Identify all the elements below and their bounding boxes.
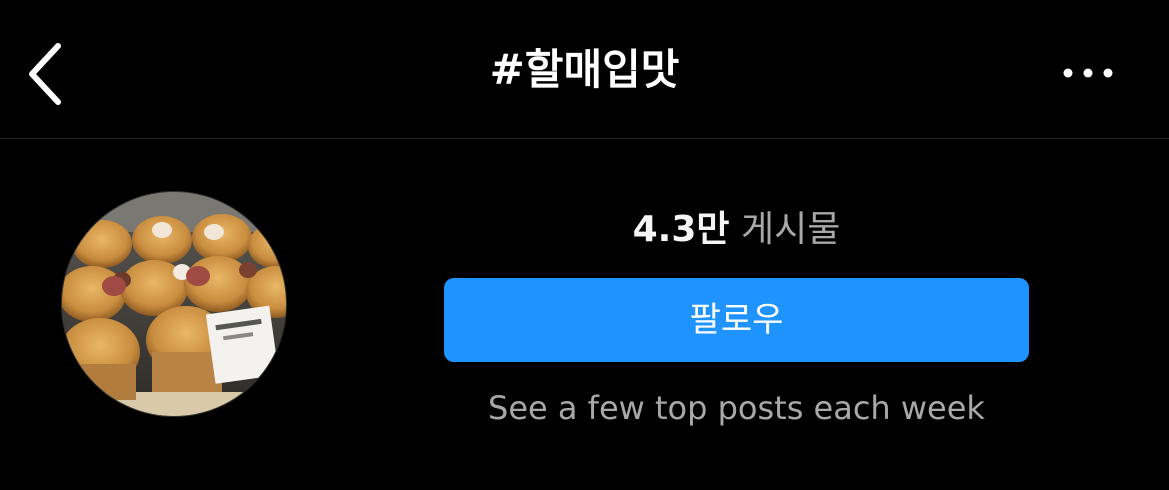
hashtag-avatar [62, 192, 286, 416]
top-navigation-bar: #할매입맛 [0, 0, 1169, 139]
post-count-stat: 4.3만 게시물 [444, 203, 1029, 257]
more-options-button[interactable] [1050, 50, 1126, 96]
more-horizontal-icon [1063, 68, 1113, 78]
chevron-left-icon [29, 43, 61, 105]
back-button[interactable] [18, 34, 78, 114]
post-count-label: 게시물 [740, 209, 841, 250]
post-count-value: 4.3만 [632, 209, 730, 250]
follow-button[interactable]: 팔로우 [444, 278, 1029, 362]
follow-hint-text: See a few top posts each week [488, 389, 985, 427]
page-title: #할매입맛 [489, 45, 680, 94]
pastry-photo [62, 192, 286, 416]
